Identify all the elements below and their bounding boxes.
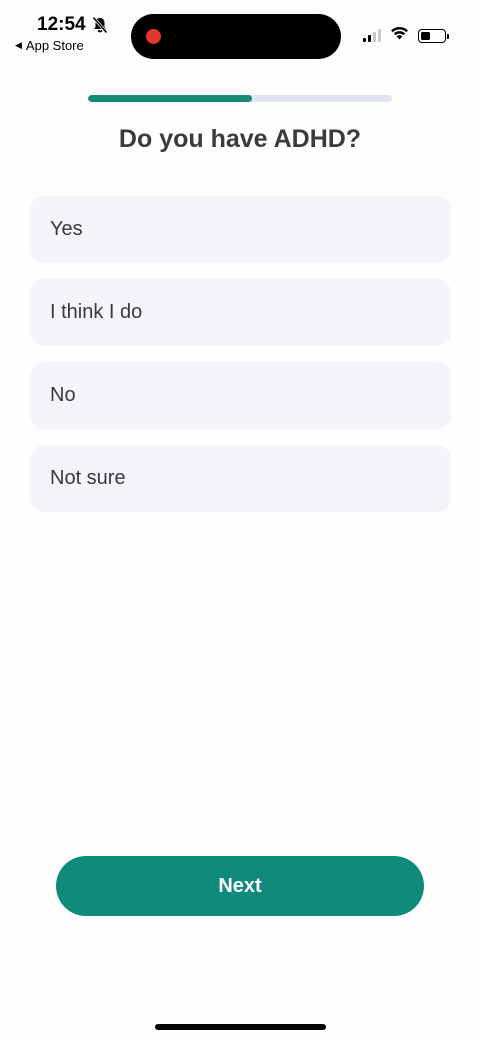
back-triangle-icon: ◀ [15,40,22,50]
answer-options: Yes I think I do No Not sure [30,196,451,528]
onboarding-progress-bar [88,95,392,102]
progress-fill [88,95,253,102]
status-indicators [363,26,449,45]
back-label: App Store [25,38,84,53]
option-not-sure[interactable]: Not sure [30,445,451,512]
battery-level [421,31,430,40]
option-label: Yes [50,218,83,240]
question-title: Do you have ADHD? [118,125,362,153]
onboarding-screen: 12:54 ◀ App Store Do you have ADHD? Yes … [0,0,480,1040]
option-label: Not sure [50,467,126,489]
option-no[interactable]: No [30,362,451,429]
wifi-icon [390,26,409,45]
recording-dot-icon [146,29,161,44]
option-yes[interactable]: Yes [30,196,451,263]
option-i-think-i-do[interactable]: I think I do [30,279,451,346]
option-label: No [50,384,76,406]
dynamic-island [131,14,341,59]
bell-slash-icon [91,16,108,34]
status-time: 12:54 [37,14,108,36]
clock: 12:54 [37,14,86,35]
battery-icon [418,28,449,43]
option-label: I think I do [50,301,143,323]
cellular-signal-icon [363,29,381,42]
home-indicator[interactable] [155,1024,326,1030]
next-button-label: Next [218,874,262,897]
back-to-app-store[interactable]: ◀ App Store [15,38,84,53]
next-button[interactable]: Next [56,856,424,916]
